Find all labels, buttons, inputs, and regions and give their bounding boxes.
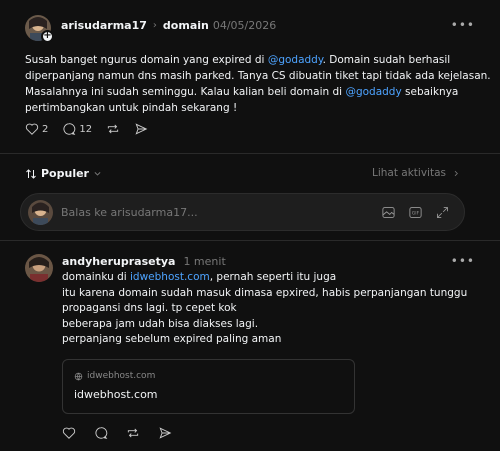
reply-author-username[interactable]: andyheruprasetya [62, 255, 175, 268]
divider [0, 153, 500, 154]
expand-icon[interactable] [435, 205, 450, 220]
heart-icon [62, 426, 76, 440]
svg-text:GIF: GIF [412, 210, 420, 216]
reply-line: beberapa jam udah bisa diakses lagi. [62, 317, 259, 330]
like-button[interactable] [62, 426, 76, 440]
post-line: diperpanjang namun dns masih parked. Tan… [25, 70, 491, 82]
share-button[interactable] [134, 122, 148, 136]
mention-link[interactable]: @godaddy [268, 54, 323, 66]
more-options-icon[interactable]: ••• [451, 18, 475, 32]
heart-icon [25, 122, 39, 136]
composer-tools: GIF [381, 205, 450, 220]
preview-domain: idwebhost.com [74, 371, 155, 381]
breadcrumb-separator: › [152, 20, 157, 31]
reply-input[interactable] [61, 202, 381, 222]
divider [0, 240, 500, 241]
post-line: pertimbangkan untuk pindah sekarang ! [25, 102, 238, 114]
sort-bar: Populer Lihat aktivitas [25, 167, 475, 181]
repost-icon [106, 122, 120, 136]
reply-time: 1 menit [183, 255, 226, 268]
sort-dropdown[interactable]: Populer [25, 167, 102, 180]
view-activity-label: Lihat aktivitas [371, 167, 446, 179]
sort-label: Populer [41, 167, 89, 180]
mention-link[interactable]: @godaddy [345, 86, 401, 98]
reply-line: perpanjang sebelum expired paling aman [62, 333, 282, 345]
reply-header: andyheruprasetya 1 menit [62, 255, 226, 268]
reply-line: domainku di idwebhost.com, pernah sepert… [62, 271, 337, 283]
post-line: Masalahnya ini sudah seminggu. Kalau kal… [25, 86, 459, 98]
send-icon [158, 426, 172, 440]
comment-icon [62, 122, 76, 136]
post-body: Susah banget ngurus domain yang expired … [25, 52, 491, 116]
post-actions: 2 12 [25, 122, 148, 136]
gif-icon[interactable]: GIF [408, 205, 423, 220]
share-button[interactable] [158, 426, 172, 440]
original-post: + arisudarma17 › domain 04/05/2026 ••• S… [0, 0, 500, 150]
chevron-right-icon [452, 169, 460, 178]
image-icon[interactable] [381, 205, 396, 220]
preview-domain-text: idwebhost.com [87, 371, 156, 381]
globe-icon [74, 372, 83, 381]
domain-link[interactable]: idwebhost.com [130, 271, 210, 283]
reply-actions [62, 426, 172, 440]
current-user-avatar [28, 200, 53, 225]
sort-arrows-icon [25, 168, 37, 180]
comment-count: 12 [79, 123, 93, 135]
send-icon [134, 122, 148, 136]
reply-line: itu karena domain sudah masuk dimasa epx… [62, 286, 468, 299]
reply-composer: GIF [20, 193, 465, 231]
post-date: 04/05/2026 [212, 19, 277, 32]
comment-icon [94, 426, 108, 440]
chevron-down-icon [93, 169, 102, 178]
like-button[interactable]: 2 [25, 122, 48, 136]
topic-tag[interactable]: domain [163, 19, 209, 32]
link-preview-card[interactable]: idwebhost.com idwebhost.com [62, 359, 355, 414]
like-count: 2 [42, 123, 49, 135]
repost-button[interactable] [106, 122, 120, 136]
reply-line: propagansi dns lagi. tp cepet kok [62, 302, 237, 314]
author-username[interactable]: arisudarma17 [61, 19, 147, 32]
repost-button[interactable] [126, 426, 140, 440]
view-activity-link[interactable]: Lihat aktivitas [372, 167, 460, 179]
comment-button[interactable] [94, 426, 108, 440]
reply-body: domainku di idwebhost.com, pernah sepert… [62, 270, 472, 348]
follow-plus-icon[interactable]: + [41, 30, 54, 43]
comment-button[interactable]: 12 [62, 122, 92, 136]
reply-author-avatar[interactable] [25, 254, 53, 282]
repost-icon [126, 426, 140, 440]
preview-title: idwebhost.com [74, 388, 158, 401]
more-options-icon[interactable]: ••• [451, 254, 475, 268]
post-line: Susah banget ngurus domain yang expired … [25, 54, 451, 66]
post-header: arisudarma17 › domain 04/05/2026 [61, 19, 276, 32]
